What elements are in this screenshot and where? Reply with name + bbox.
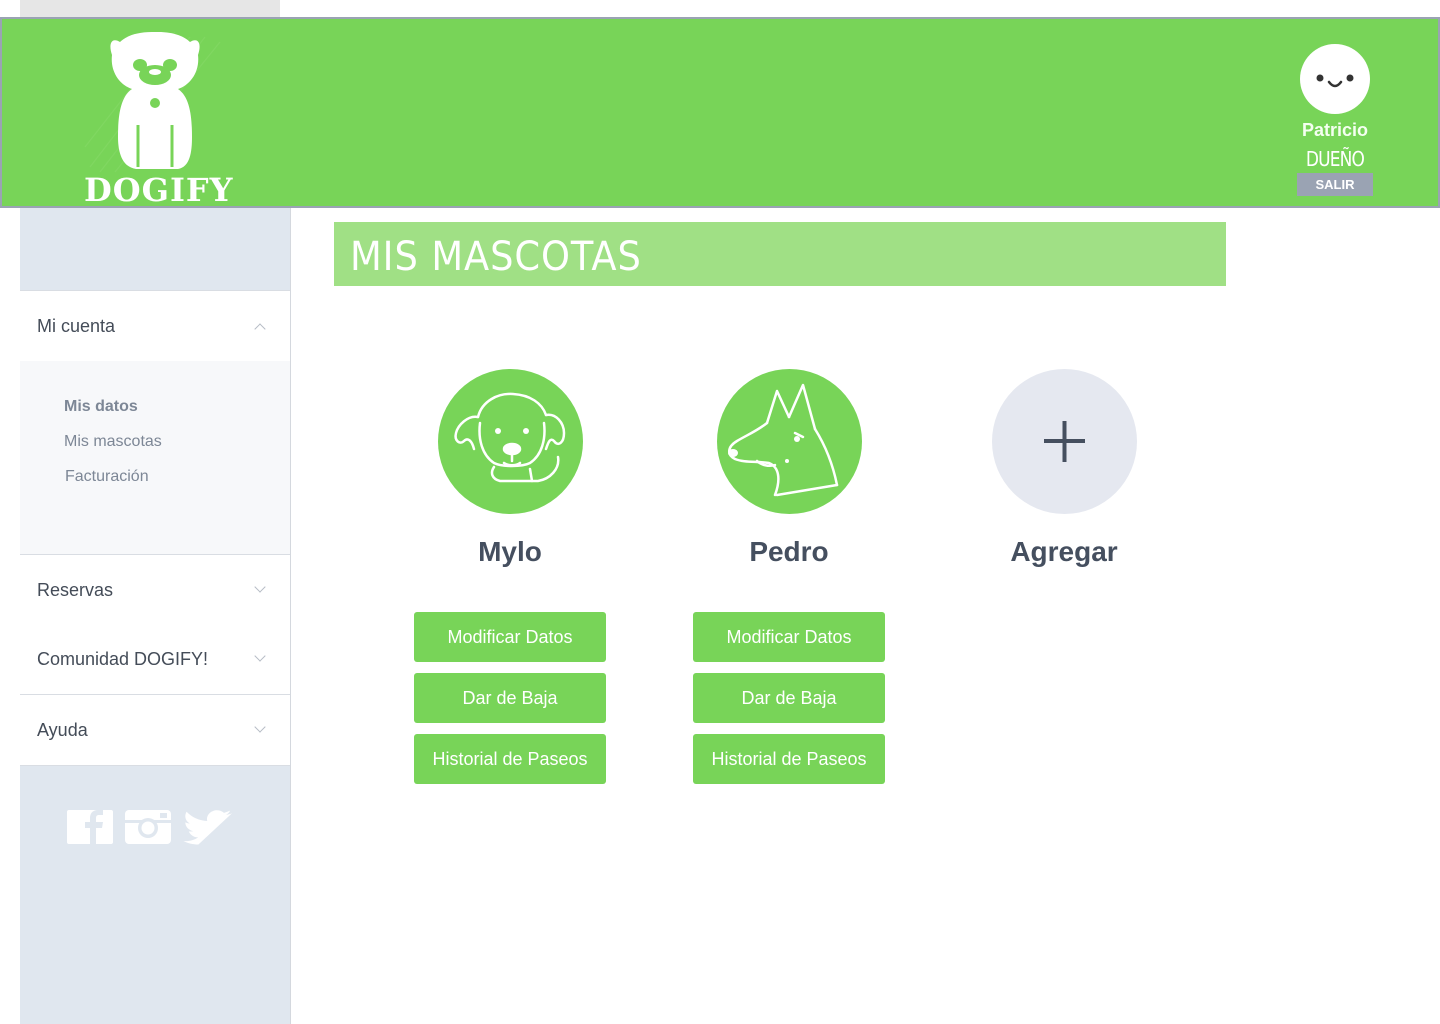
- pet-avatar[interactable]: [437, 369, 583, 514]
- sidebar-item-label: Ayuda: [37, 719, 88, 740]
- sidebar-section-ayuda: Ayuda: [20, 694, 290, 766]
- labrador-icon: [453, 392, 565, 483]
- page-title: MIS MASCOTAS: [350, 234, 642, 280]
- sidebar-section-mi-cuenta: Mi cuenta Mis datos Mis mascotas Factura…: [20, 290, 290, 554]
- remove-pet-button[interactable]: Dar de Baja: [414, 673, 606, 723]
- pet-card-pedro: Pedro Modificar Datos Dar de Baja Histor…: [693, 369, 885, 784]
- sidebar-item-label: Reservas: [37, 579, 114, 600]
- social-links: [66, 808, 234, 846]
- pet-name: Pedro: [749, 536, 829, 567]
- facebook-icon[interactable]: [66, 808, 114, 846]
- sidebar-section-reservas: Reservas: [20, 554, 290, 625]
- twitter-icon[interactable]: [182, 808, 234, 846]
- logo-text: DOGIFY: [84, 171, 234, 209]
- add-pet-button[interactable]: [991, 369, 1137, 514]
- subnav-item-mis-mascotas[interactable]: Mis mascotas: [20, 432, 290, 467]
- top-header: DOGIFY Patricio DUEÑO SALIR: [0, 17, 1440, 209]
- smile-face-icon: [1316, 74, 1354, 88]
- add-pet-label: Agregar: [1010, 536, 1118, 567]
- sidebar-toggle-reservas[interactable]: Reservas: [20, 555, 290, 625]
- chevron-down-icon: [254, 721, 266, 733]
- sidebar: Mi cuenta Mis datos Mis mascotas Factura…: [20, 208, 291, 1024]
- dog-logo-icon: [84, 31, 221, 173]
- sidebar-toggle-mi-cuenta[interactable]: Mi cuenta: [20, 291, 290, 361]
- sidebar-toggle-comunidad[interactable]: Comunidad DOGIFY!: [20, 624, 290, 694]
- sidebar-subnav: Mis datos Mis mascotas Facturación: [20, 361, 290, 554]
- user-name: Patricio: [1301, 120, 1369, 140]
- user-panel: Patricio DUEÑO SALIR: [1296, 44, 1374, 196]
- user-role: DUEÑO: [1305, 147, 1365, 171]
- add-pet-card: Agregar: [968, 369, 1160, 568]
- subnav-item-facturacion[interactable]: Facturación: [20, 467, 290, 502]
- pet-avatar[interactable]: [716, 369, 862, 514]
- instagram-icon[interactable]: [124, 808, 172, 846]
- dogify-logo[interactable]: DOGIFY: [80, 27, 234, 209]
- chevron-up-icon: [254, 323, 266, 335]
- chevron-down-icon: [254, 650, 266, 662]
- chevron-down-icon: [254, 581, 266, 593]
- remove-pet-button[interactable]: Dar de Baja: [693, 673, 885, 723]
- walk-history-button[interactable]: Historial de Paseos: [693, 734, 885, 784]
- logout-button[interactable]: SALIR: [1297, 173, 1373, 196]
- modify-pet-button[interactable]: Modificar Datos: [693, 612, 885, 662]
- user-avatar-icon[interactable]: [1300, 44, 1370, 114]
- pet-card-mylo: Mylo Modificar Datos Dar de Baja Histori…: [414, 369, 606, 784]
- sidebar-item-label: Comunidad DOGIFY!: [37, 648, 209, 669]
- pet-name: Mylo: [478, 536, 542, 567]
- sidebar-toggle-ayuda[interactable]: Ayuda: [20, 695, 290, 765]
- top-strip: [20, 0, 280, 18]
- walk-history-button[interactable]: Historial de Paseos: [414, 734, 606, 784]
- subnav-item-mis-datos[interactable]: Mis datos: [20, 397, 290, 432]
- page-title-bar: MIS MASCOTAS: [334, 222, 1226, 286]
- sidebar-item-label: Mi cuenta: [37, 315, 116, 336]
- german-shepherd-icon: [727, 383, 838, 497]
- sidebar-section-comunidad: Comunidad DOGIFY!: [20, 624, 290, 694]
- modify-pet-button[interactable]: Modificar Datos: [414, 612, 606, 662]
- plus-icon: [1043, 421, 1085, 462]
